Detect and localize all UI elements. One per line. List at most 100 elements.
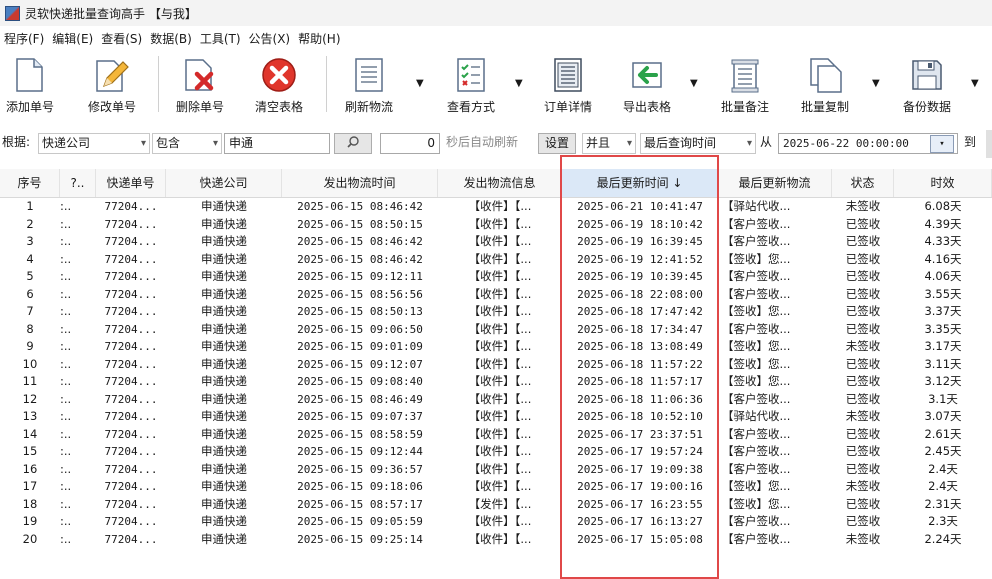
- export-dropdown-arrow[interactable]: ▼: [690, 78, 698, 89]
- clear-table-button[interactable]: 清空表格: [246, 50, 312, 120]
- backup-dropdown-arrow[interactable]: ▼: [971, 78, 979, 89]
- cell-courier: 申通快递: [201, 391, 247, 406]
- new-document-icon: [16, 58, 43, 92]
- table-row[interactable]: 15:.. 77204... 申通快递 2025-06-15 09:12:44 【收件】…: [0, 443, 992, 461]
- cell-ship-info: 【收件】【...: [468, 304, 532, 318]
- calendar-dropdown-icon[interactable]: ▾: [930, 135, 954, 153]
- column-header-ship-info[interactable]: 发出物流信息: [438, 169, 562, 197]
- cell-truncated: :..: [60, 339, 72, 353]
- column-header-last-update-logistics[interactable]: 最后更新物流: [718, 169, 832, 197]
- table-row[interactable]: 13:.. 77204... 申通快递 2025-06-15 09:07:37 【收件】…: [0, 408, 992, 426]
- cell-index: 15: [22, 444, 38, 458]
- cell-tracking-number: 77204...: [104, 375, 158, 388]
- cell-status: 已签收: [845, 286, 881, 301]
- view-mode-dropdown-arrow[interactable]: ▼: [515, 78, 523, 89]
- add-number-button[interactable]: 添加单号: [0, 50, 60, 120]
- column-header-courier[interactable]: 快递公司: [166, 169, 282, 197]
- table-row[interactable]: 8:.. 77204... 申通快递 2025-06-15 09:06:50 【收件】【…: [0, 321, 992, 339]
- refresh-dropdown-arrow[interactable]: ▼: [416, 78, 424, 89]
- settings-button[interactable]: 设置: [538, 133, 576, 154]
- menu-notice[interactable]: 公告(X): [245, 30, 295, 47]
- cell-ship-time: 2025-06-15 09:06:50: [297, 322, 423, 336]
- cell-last-update-logistics: 【签收】您...: [722, 304, 791, 318]
- date-field-select[interactable]: 最后查询时间 ▾: [640, 133, 756, 154]
- cell-truncated: :..: [60, 304, 72, 318]
- table-row[interactable]: 17:.. 77204... 申通快递 2025-06-15 09:18:06 【收件】…: [0, 478, 992, 496]
- cell-last-update-time: 2025-06-17 16:13:27: [577, 515, 703, 528]
- table-row[interactable]: 4:.. 77204... 申通快递 2025-06-15 08:46:42 【收件】【…: [0, 251, 992, 269]
- edit-number-button[interactable]: 修改单号: [80, 50, 144, 120]
- refresh-logistics-button[interactable]: 刷新物流: [336, 50, 402, 120]
- menu-view[interactable]: 查看(S): [97, 30, 146, 47]
- cell-tracking-number: 77204...: [104, 532, 158, 546]
- cell-courier: 申通快递: [201, 374, 247, 388]
- filter-field-select[interactable]: 快递公司 ▾: [38, 133, 150, 154]
- batch-note-button[interactable]: 批量备注: [712, 50, 778, 120]
- cell-ship-time: 2025-06-15 09:08:40: [297, 375, 423, 388]
- filter-value-input[interactable]: 申通: [224, 133, 330, 154]
- order-detail-button[interactable]: 订单详情: [536, 50, 600, 120]
- table-row[interactable]: 20:.. 77204... 申通快递 2025-06-15 09:25:14 【收件】…: [0, 531, 992, 549]
- cell-duration: 4.16天: [924, 251, 962, 266]
- cell-ship-info: 【收件】【...: [468, 356, 532, 371]
- table-row[interactable]: 5:.. 77204... 申通快递 2025-06-15 09:12:11 【收件】【…: [0, 268, 992, 286]
- cell-index: 12: [22, 391, 38, 406]
- table-row[interactable]: 19:.. 77204... 申通快递 2025-06-15 09:05:59 【收件】…: [0, 513, 992, 531]
- table-row[interactable]: 6:.. 77204... 申通快递 2025-06-15 08:56:56 【收件】【…: [0, 286, 992, 304]
- date-from-picker[interactable]: 2025-06-22 00:00:00 ▾: [778, 133, 958, 154]
- column-header-last-update-time[interactable]: 最后更新时间 ↓: [562, 169, 718, 197]
- table-row[interactable]: 16:.. 77204... 申通快递 2025-06-15 09:36:57 【收件】…: [0, 461, 992, 479]
- cell-tracking-number: 77204...: [104, 287, 158, 301]
- menu-program[interactable]: 程序(F): [0, 30, 48, 47]
- view-mode-button[interactable]: 查看方式: [438, 50, 504, 120]
- cell-duration: 6.08天: [924, 199, 962, 213]
- toolbar-separator: [326, 56, 327, 112]
- search-button[interactable]: [334, 133, 372, 154]
- column-header-index[interactable]: 序号: [0, 169, 60, 197]
- table-row[interactable]: 2:.. 77204... 申通快递 2025-06-15 08:50:15 【收件】【…: [0, 216, 992, 234]
- menu-edit[interactable]: 编辑(E): [48, 30, 97, 47]
- table-row[interactable]: 1:.. 77204... 申通快递 2025-06-15 08:46:42 【收件】【…: [0, 198, 992, 216]
- column-header-truncated[interactable]: ?..: [60, 169, 96, 197]
- table-row[interactable]: 18:.. 77204... 申通快递 2025-06-15 08:57:17 【发件】…: [0, 496, 992, 514]
- table-row[interactable]: 14:.. 77204... 申通快递 2025-06-15 08:58:59 【收件】…: [0, 426, 992, 444]
- chevron-down-icon: ▾: [140, 138, 146, 149]
- menu-help[interactable]: 帮助(H): [294, 30, 344, 47]
- toolbar-separator: [158, 56, 159, 112]
- cell-ship-time: 2025-06-15 08:46:42: [297, 252, 423, 266]
- batch-copy-button[interactable]: 批量复制: [792, 50, 858, 120]
- column-header-ship-time[interactable]: 发出物流时间: [282, 169, 438, 197]
- cell-tracking-number: 77204...: [104, 270, 158, 283]
- refresh-seconds-input[interactable]: 0: [380, 133, 440, 154]
- column-header-status[interactable]: 状态: [832, 169, 894, 197]
- cell-status: 已签收: [845, 514, 881, 528]
- cell-last-update-logistics: 【签收】您...: [722, 339, 791, 353]
- table-body: 1:.. 77204... 申通快递 2025-06-15 08:46:42 【收件】【…: [0, 198, 992, 548]
- cell-index: 9: [26, 339, 34, 353]
- cell-duration: 3.37天: [924, 304, 962, 318]
- cell-courier: 申通快递: [201, 426, 247, 441]
- table-row[interactable]: 3:.. 77204... 申通快递 2025-06-15 08:46:42 【收件】【…: [0, 233, 992, 251]
- cell-truncated: :..: [60, 531, 72, 546]
- column-header-duration[interactable]: 时效: [894, 169, 992, 197]
- cell-tracking-number: 77204...: [104, 445, 158, 458]
- table-row[interactable]: 9:.. 77204... 申通快递 2025-06-15 09:01:09 【收件】【…: [0, 338, 992, 356]
- backup-data-button[interactable]: 备份数据: [894, 50, 960, 120]
- table-row[interactable]: 12:.. 77204... 申通快递 2025-06-15 08:46:49 【收件】…: [0, 391, 992, 409]
- table-row[interactable]: 7:.. 77204... 申通快递 2025-06-15 08:50:13 【收件】【…: [0, 303, 992, 321]
- menu-tools[interactable]: 工具(T): [196, 30, 245, 47]
- cell-duration: 2.61天: [924, 426, 962, 441]
- cell-ship-info: 【收件】【...: [468, 321, 532, 336]
- table-row[interactable]: 11:.. 77204... 申通快递 2025-06-15 09:08:40 【收件】…: [0, 373, 992, 391]
- column-header-tracking-number[interactable]: 快递单号: [96, 169, 166, 197]
- export-table-button[interactable]: 导出表格: [614, 50, 680, 120]
- table-row[interactable]: 10:.. 77204... 申通快递 2025-06-15 09:12:07 【收件】…: [0, 356, 992, 374]
- cell-ship-time: 2025-06-15 09:18:06: [297, 480, 423, 493]
- cell-ship-info: 【收件】【...: [468, 199, 532, 213]
- batch-copy-dropdown-arrow[interactable]: ▼: [872, 78, 880, 89]
- logic-and-select[interactable]: 并且 ▾: [582, 133, 636, 154]
- chevron-down-icon: ▾: [746, 138, 752, 149]
- filter-operator-select[interactable]: 包含 ▾: [152, 133, 222, 154]
- delete-number-button[interactable]: 删除单号: [168, 50, 232, 120]
- menu-data[interactable]: 数据(B): [146, 30, 196, 47]
